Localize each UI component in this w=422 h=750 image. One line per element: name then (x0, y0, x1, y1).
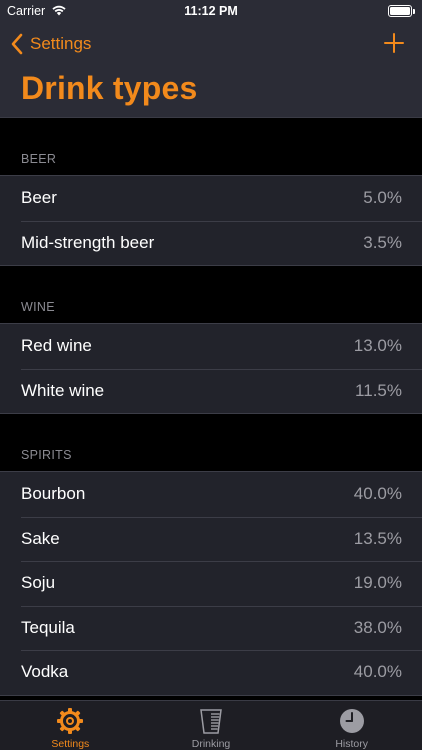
section-header-wine: WINE (0, 266, 422, 323)
list-item[interactable]: Mid-strength beer 3.5% (0, 220, 422, 266)
drink-name: White wine (21, 380, 105, 400)
drink-name: Mid-strength beer (21, 232, 155, 252)
drink-name: Vodka (21, 662, 69, 682)
drink-strength: 13.5% (353, 528, 402, 548)
battery-icon (388, 5, 415, 17)
page-title: Drink types (21, 70, 198, 106)
drink-strength: 40.0% (353, 662, 402, 682)
back-button-label: Settings (30, 34, 92, 53)
tab-bar: Settings Drinking History (0, 700, 422, 750)
back-button[interactable]: Settings (10, 30, 91, 58)
tab-settings[interactable]: Settings (0, 701, 141, 750)
list-item[interactable]: Vodka 40.0% (0, 650, 422, 695)
drink-name: Sake (21, 528, 60, 548)
drink-strength: 19.0% (353, 573, 402, 593)
drink-name: Bourbon (21, 484, 86, 504)
drink-name: Soju (21, 573, 56, 593)
list-item[interactable]: Beer 5.0% (0, 176, 422, 221)
tab-label: Drinking (191, 738, 231, 750)
drink-strength: 40.0% (353, 484, 402, 504)
drink-strength: 5.0% (363, 188, 402, 208)
navigation-header: Carrier 11:12 PM Settings Drink types (0, 0, 422, 118)
section-header-label: BEER (21, 152, 57, 166)
section-group-spirits: Bourbon 40.0% Sake 13.5% Soju 19.0% Tequ… (0, 471, 422, 696)
drink-types-list: BEER Beer 5.0% Mid-strength beer 3.5% WI… (0, 118, 422, 696)
list-item[interactable]: Bourbon 40.0% (0, 472, 422, 517)
status-bar: Carrier 11:12 PM (0, 0, 422, 22)
section-group-wine: Red wine 13.0% White wine 11.5% (0, 323, 422, 414)
status-time: 11:12 PM (184, 4, 238, 18)
section-header-label: SPIRITS (21, 448, 72, 462)
drink-strength: 3.5% (363, 232, 402, 252)
glass-icon (200, 709, 222, 734)
list-item[interactable]: Red wine 13.0% (0, 324, 422, 369)
tab-label: History (335, 738, 369, 750)
tab-drinking[interactable]: Drinking (141, 701, 282, 750)
drink-strength: 38.0% (353, 617, 402, 637)
plus-icon[interactable] (382, 30, 406, 56)
section-group-beer: Beer 5.0% Mid-strength beer 3.5% (0, 175, 422, 266)
section-header-spirits: SPIRITS (0, 414, 422, 471)
drink-name: Red wine (21, 336, 92, 356)
list-item[interactable]: Soju 19.0% (0, 561, 422, 606)
drink-strength: 13.0% (353, 336, 402, 356)
tab-history[interactable]: History (281, 701, 422, 750)
list-item[interactable]: Sake 13.5% (0, 516, 422, 562)
drink-name: Beer (21, 188, 57, 208)
list-item[interactable]: Tequila 38.0% (0, 605, 422, 651)
tab-label: Settings (51, 738, 90, 750)
clock-icon (339, 709, 364, 733)
gear-icon (57, 708, 84, 734)
section-header-beer: BEER (0, 118, 422, 175)
drink-types-screen: Carrier 11:12 PM Settings Drink types BE… (0, 0, 422, 750)
list-item[interactable]: White wine 11.5% (0, 368, 422, 414)
drink-name: Tequila (21, 617, 75, 637)
section-header-label: WINE (21, 300, 55, 314)
chevron-left-icon (11, 33, 23, 55)
drink-strength: 11.5% (355, 380, 402, 400)
